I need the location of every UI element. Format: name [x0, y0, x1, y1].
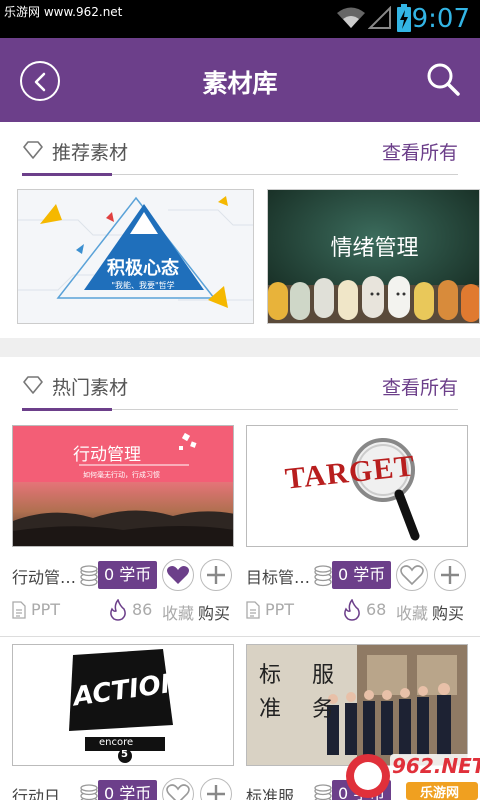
- file-type: PPT: [265, 600, 295, 619]
- thumbnail-number: 5: [121, 749, 128, 760]
- favorite-button[interactable]: [162, 778, 194, 800]
- coins-icon: [314, 784, 332, 800]
- hot-header: 热门素材 查看所有: [0, 357, 480, 413]
- heart-outline-icon: [166, 784, 190, 800]
- heart-icon: [167, 566, 189, 584]
- diamond-icon: [23, 376, 43, 394]
- price-badge: 0 学币: [98, 780, 158, 800]
- hot-item-meta-row: PPT 86 收藏 购买: [12, 598, 242, 624]
- hot-item-name: 行动日…: [12, 787, 77, 800]
- plus-icon: [441, 566, 459, 584]
- hot-view-all-link[interactable]: 查看所有: [382, 373, 458, 400]
- watermark-text: 962.NET: [392, 754, 480, 778]
- file-type: PPT: [31, 600, 61, 619]
- price-badge: 0 学币: [98, 561, 158, 589]
- buy-link[interactable]: 购买: [432, 600, 464, 624]
- grid-divider: [0, 636, 480, 637]
- coins-icon: [314, 565, 332, 587]
- heart-outline-icon: [400, 565, 424, 586]
- favorite-button[interactable]: [162, 559, 194, 591]
- thumbnail-title: 行动管理: [73, 445, 141, 465]
- section-underline: [22, 173, 112, 176]
- hot-item-info-row: 行动管… 0 学币: [12, 558, 242, 592]
- document-icon: [12, 601, 26, 619]
- plus-icon: [207, 785, 225, 800]
- add-button[interactable]: [200, 559, 232, 591]
- coins-icon: [80, 784, 98, 800]
- document-icon: [246, 601, 260, 619]
- add-button[interactable]: [434, 559, 466, 591]
- status-site-text: 乐游网 www.962.net: [4, 5, 123, 19]
- app-header: 素材库: [0, 38, 480, 122]
- card-subtitle: "我能、我要"哲学: [111, 281, 175, 290]
- diamond-icon: [23, 141, 43, 159]
- add-button[interactable]: [200, 778, 232, 800]
- flame-icon: [110, 599, 126, 621]
- collect-link[interactable]: 收藏: [396, 600, 428, 624]
- flame-icon: [344, 599, 360, 621]
- search-icon[interactable]: [426, 62, 460, 96]
- hot-section: 热门素材 查看所有 行动管理 如何毫无行动，行成习惯 行动管… 0 学币 PPT…: [0, 357, 480, 800]
- recommended-label: 推荐素材: [52, 142, 129, 164]
- card-title: 情绪管理: [330, 236, 419, 261]
- hot-label: 热门素材: [52, 377, 129, 399]
- recommended-card-positive-mindset[interactable]: 积极心态 "我能、我要"哲学: [17, 189, 254, 324]
- buy-link[interactable]: 购买: [198, 600, 230, 624]
- collect-link[interactable]: 收藏: [162, 600, 194, 624]
- watermark-subtext: 乐游网: [420, 786, 460, 800]
- recommended-view-all-link[interactable]: 查看所有: [382, 138, 458, 165]
- hot-item-name: 目标管…: [246, 568, 311, 587]
- hot-item-thumbnail: TARGET: [246, 425, 468, 547]
- hot-count: 86: [132, 600, 153, 619]
- recommended-header: 推荐素材 查看所有: [0, 122, 480, 178]
- card-title: 积极心态: [107, 258, 179, 279]
- hot-count: 68: [366, 600, 387, 619]
- status-time: 9:07: [411, 4, 470, 34]
- status-bar: 乐游网 www.962.net 9:07: [0, 0, 480, 38]
- hot-item-name: 标准服…: [246, 787, 311, 800]
- hot-item-thumbnail: 行动管理 如何毫无行动，行成习惯: [12, 425, 234, 547]
- recommended-section: 推荐素材 查看所有 积极心态 "我能、我要"哲学 情绪管理: [0, 122, 480, 338]
- hot-item-thumbnail: ACTION encore 5: [12, 644, 234, 766]
- hot-item-name: 行动管…: [12, 568, 77, 587]
- recommended-card-emotion-management[interactable]: 情绪管理: [267, 189, 480, 324]
- thumbnail-title: 标 服 准 务: [259, 663, 346, 722]
- page-title: 素材库: [202, 69, 278, 98]
- site-watermark: 962.NET 乐游网: [340, 748, 480, 800]
- hot-item-info-row: 目标管… 0 学币: [246, 558, 476, 592]
- hot-item-meta-row: PPT 68 收藏 购买: [246, 598, 476, 624]
- wifi-icon: [337, 7, 365, 28]
- section-underline: [22, 408, 112, 411]
- price-badge: 0 学币: [332, 561, 392, 589]
- favorite-button[interactable]: [396, 559, 428, 591]
- coins-icon: [80, 565, 98, 587]
- plus-icon: [207, 566, 225, 584]
- thumbnail-subtitle: 如何毫无行动，行成习惯: [83, 471, 160, 479]
- battery-icon: [397, 4, 411, 32]
- signal-icon: [368, 6, 391, 29]
- hot-item-info-row: 行动日… 0 学币: [12, 777, 242, 800]
- thumbnail-subtitle: encore: [99, 737, 134, 748]
